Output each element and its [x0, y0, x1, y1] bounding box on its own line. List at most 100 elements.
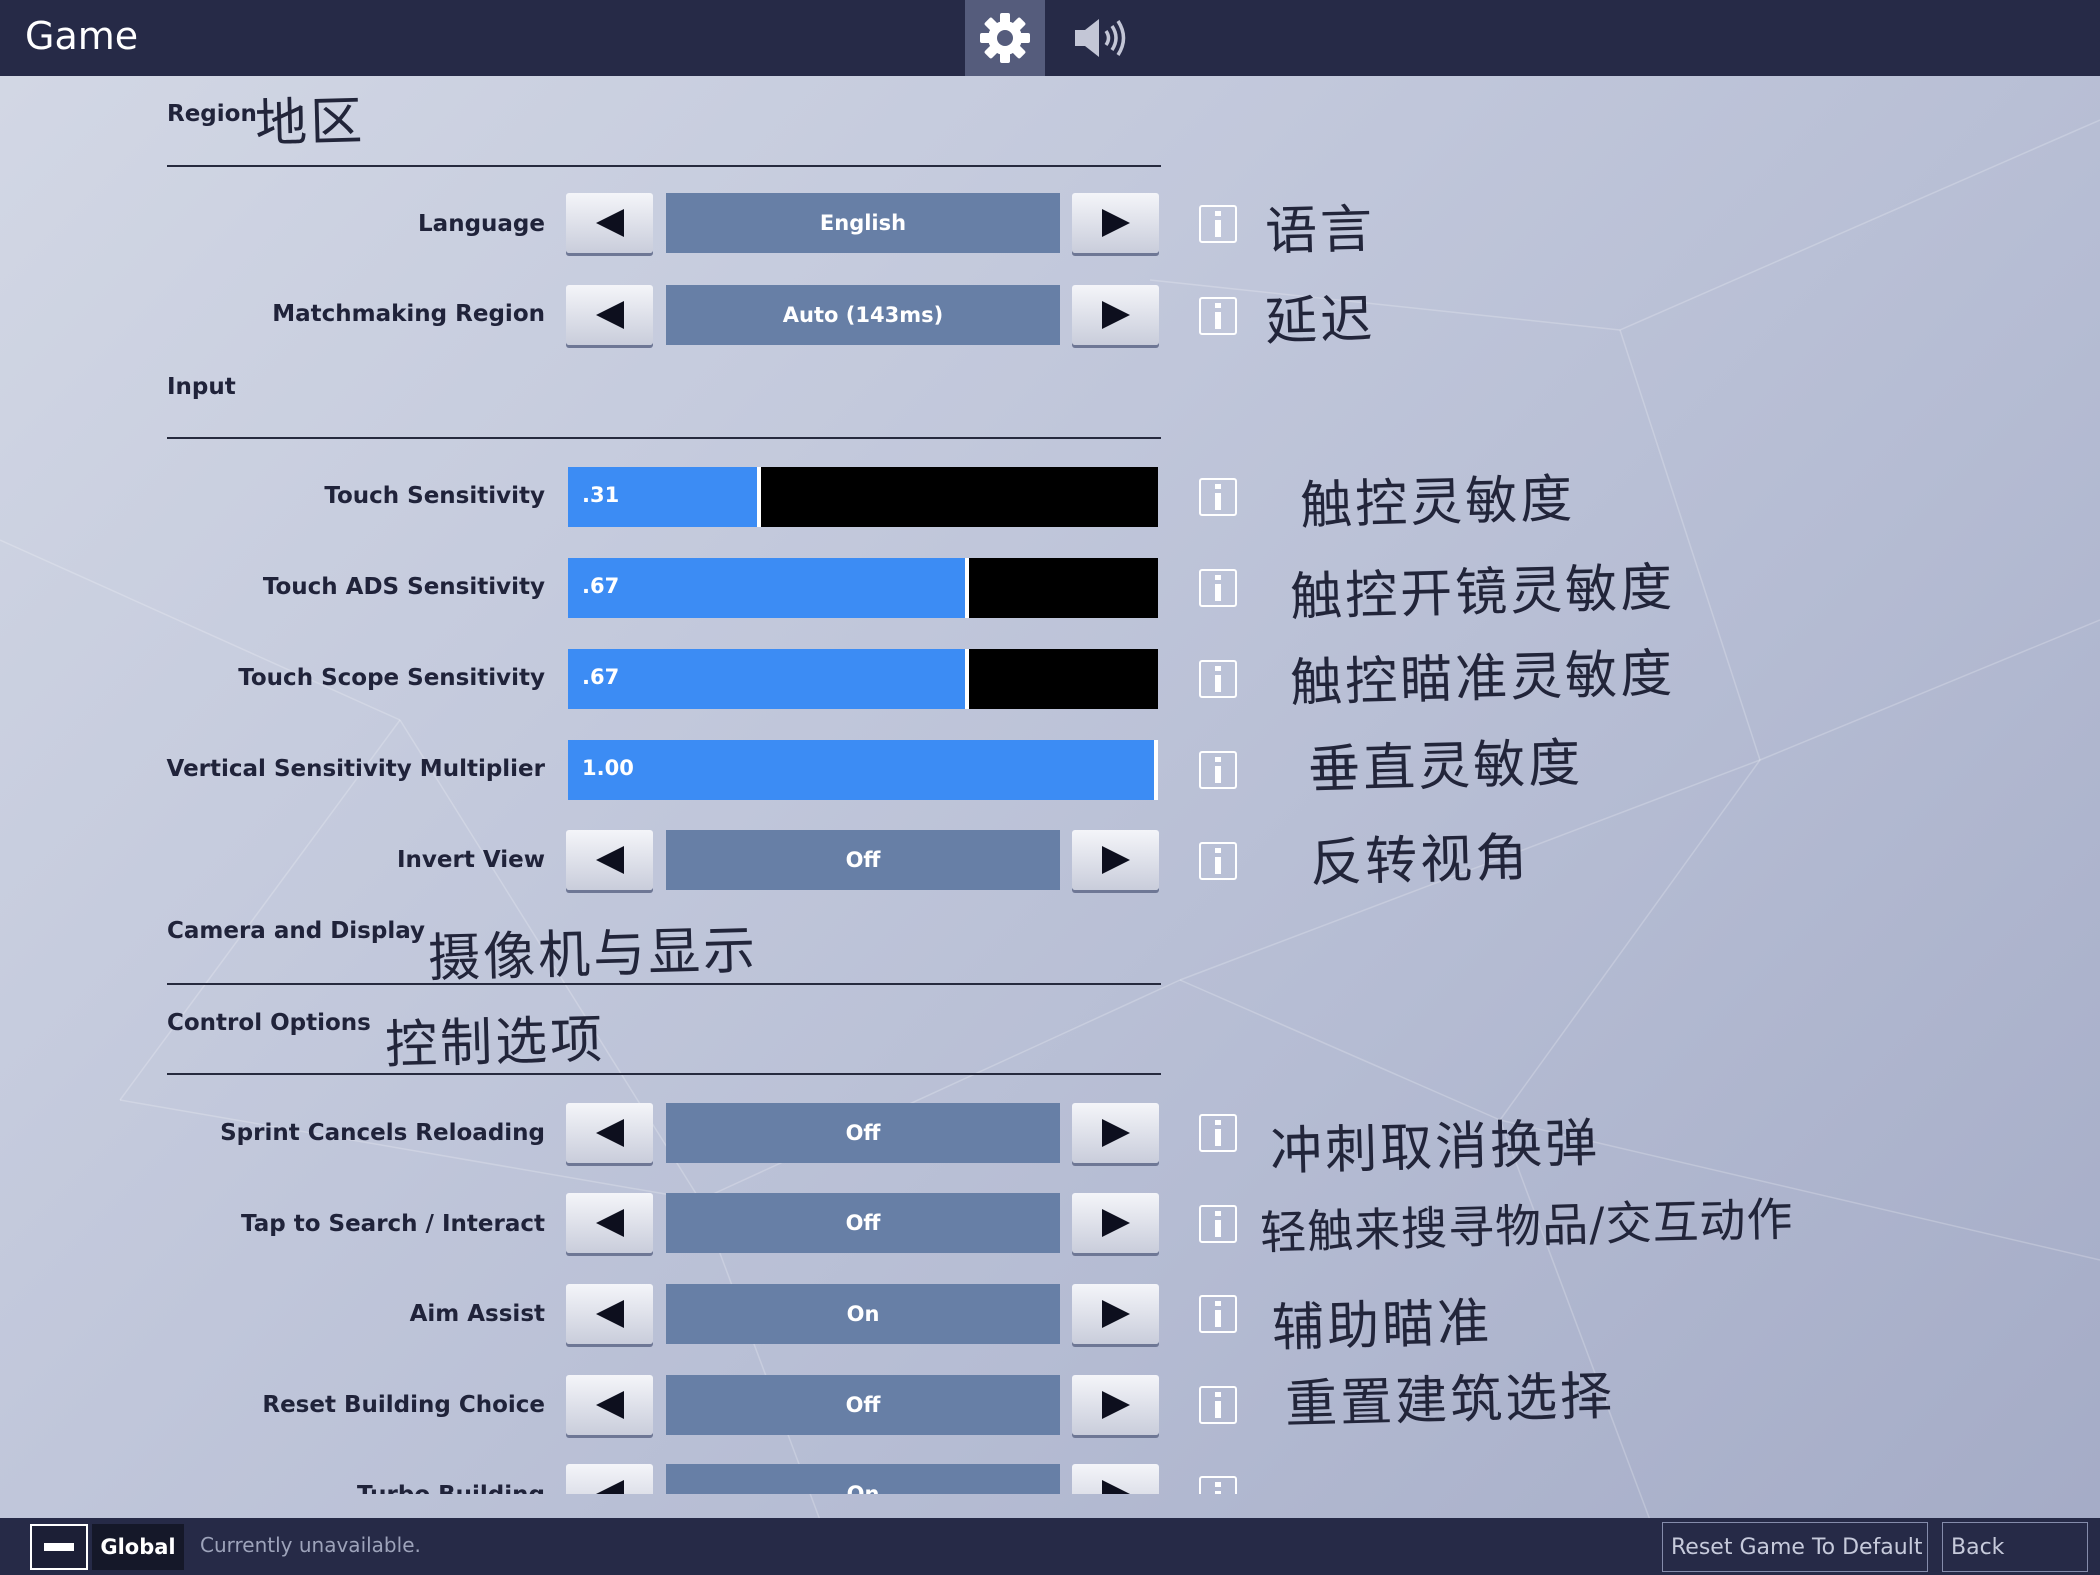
section-camera-title: Camera and Display: [167, 918, 426, 944]
top-bar: Game: [0, 0, 2100, 76]
touch-ads-info-button[interactable]: [1199, 569, 1237, 607]
invert-view-value: Off: [666, 830, 1060, 890]
info-icon: [1215, 757, 1221, 783]
camera-note: 摄像机与显示: [427, 920, 759, 990]
touch-sensitivity-slider[interactable]: .31: [568, 467, 1158, 527]
tab-audio[interactable]: [1060, 0, 1140, 76]
touch-scope-label: Touch Scope Sensitivity: [238, 665, 545, 691]
aim-assist-value: On: [666, 1284, 1060, 1344]
matchmaking-next-button[interactable]: [1072, 285, 1159, 345]
sprint-cancels-label: Sprint Cancels Reloading: [220, 1120, 545, 1146]
tap-to-search-note: 轻触来搜寻物品/交互动作: [1259, 1192, 1795, 1260]
language-next-button[interactable]: [1072, 193, 1159, 253]
vertical-multiplier-info-button[interactable]: [1199, 751, 1237, 789]
arrow-left-icon: [595, 1209, 624, 1237]
matchmaking-region-label: Matchmaking Region: [272, 301, 545, 327]
turbo-building-label: Turbo Building: [357, 1482, 545, 1494]
aim-assist-label: Aim Assist: [409, 1301, 545, 1327]
invert-view-prev-button[interactable]: [566, 830, 653, 890]
language-info-button[interactable]: [1199, 205, 1237, 243]
slider-handle[interactable]: [1154, 740, 1158, 800]
sprint-cancels-next-button[interactable]: [1072, 1103, 1159, 1163]
slider-handle[interactable]: [757, 467, 761, 527]
invert-view-next-button[interactable]: [1072, 830, 1159, 890]
aim-assist-next-button[interactable]: [1072, 1284, 1159, 1344]
info-icon: [1215, 484, 1221, 510]
vertical-multiplier-slider[interactable]: 1.00: [568, 740, 1158, 800]
tap-to-search-label: Tap to Search / Interact: [241, 1211, 545, 1237]
arrow-right-icon: [1101, 1300, 1130, 1328]
region-note: 地区: [254, 91, 366, 155]
arrow-left-icon: [595, 1119, 624, 1147]
arrow-left-icon: [595, 1300, 624, 1328]
back-button[interactable]: Back: [1942, 1522, 2088, 1572]
matchmaking-prev-button[interactable]: [566, 285, 653, 345]
reset-building-next-button[interactable]: [1072, 1375, 1159, 1435]
sprint-cancels-note: 冲刺取消换弹: [1269, 1113, 1601, 1183]
info-icon: [1215, 1120, 1221, 1146]
turbo-building-info-button[interactable]: [1199, 1476, 1237, 1494]
tap-to-search-value: Off: [666, 1193, 1060, 1253]
info-icon: [1215, 575, 1221, 601]
reset-building-label: Reset Building Choice: [262, 1392, 545, 1418]
tap-to-search-prev-button[interactable]: [566, 1193, 653, 1253]
info-icon: [1215, 303, 1221, 329]
input-divider: [167, 437, 1161, 439]
speaker-icon: [1075, 19, 1126, 57]
matchmaking-note: 延迟: [1264, 289, 1376, 353]
sprint-cancels-prev-button[interactable]: [566, 1103, 653, 1163]
info-icon: [1215, 666, 1221, 692]
camera-divider: [167, 983, 1161, 985]
invert-view-info-button[interactable]: [1199, 842, 1237, 880]
arrow-left-icon: [595, 301, 624, 329]
reset-default-button[interactable]: Reset Game To Default: [1662, 1522, 1928, 1572]
matchmaking-value: Auto (143ms): [666, 285, 1060, 345]
arrow-left-icon: [595, 846, 624, 874]
slider-handle[interactable]: [965, 649, 969, 709]
touch-sensitivity-info-button[interactable]: [1199, 478, 1237, 516]
info-icon: [1215, 1301, 1221, 1327]
region-divider: [167, 165, 1161, 167]
language-note: 语言: [1264, 199, 1376, 263]
slider-value: .67: [582, 665, 620, 689]
slider-handle[interactable]: [965, 558, 969, 618]
touch-scope-note: 触控瞄准灵敏度: [1289, 643, 1676, 715]
sprint-cancels-value: Off: [666, 1103, 1060, 1163]
section-input-title: Input: [167, 374, 236, 400]
global-toggle-icon[interactable]: [30, 1524, 88, 1570]
arrow-left-icon: [595, 209, 624, 237]
arrow-right-icon: [1101, 1119, 1130, 1147]
slider-fill: [568, 558, 965, 618]
invert-view-note: 反转视角: [1309, 828, 1531, 894]
touch-scope-info-button[interactable]: [1199, 660, 1237, 698]
info-icon: [1215, 1392, 1221, 1418]
page-title: Game: [25, 14, 139, 58]
info-icon: [1215, 211, 1221, 237]
arrow-right-icon: [1101, 846, 1130, 874]
touch-scope-slider[interactable]: .67: [568, 649, 1158, 709]
turbo-building-next-button[interactable]: [1072, 1464, 1159, 1494]
control-divider: [167, 1073, 1161, 1075]
language-prev-button[interactable]: [566, 193, 653, 253]
reset-building-prev-button[interactable]: [566, 1375, 653, 1435]
info-icon: [1215, 848, 1221, 874]
invert-view-label: Invert View: [397, 847, 545, 873]
reset-building-info-button[interactable]: [1199, 1386, 1237, 1424]
tap-to-search-next-button[interactable]: [1072, 1193, 1159, 1253]
matchmaking-info-button[interactable]: [1199, 297, 1237, 335]
tab-settings[interactable]: [965, 0, 1045, 76]
arrow-right-icon: [1101, 1209, 1130, 1237]
slider-value: .67: [582, 574, 620, 598]
control-note: 控制选项: [384, 1010, 606, 1076]
aim-assist-prev-button[interactable]: [566, 1284, 653, 1344]
sprint-cancels-info-button[interactable]: [1199, 1114, 1237, 1152]
arrow-right-icon: [1101, 1480, 1130, 1494]
turbo-building-value: On: [666, 1464, 1060, 1494]
touch-ads-label: Touch ADS Sensitivity: [262, 574, 545, 600]
touch-ads-slider[interactable]: .67: [568, 558, 1158, 618]
global-scope-label[interactable]: Global: [92, 1524, 184, 1570]
tap-to-search-info-button[interactable]: [1199, 1205, 1237, 1243]
language-label: Language: [418, 211, 545, 237]
aim-assist-info-button[interactable]: [1199, 1295, 1237, 1333]
turbo-building-prev-button[interactable]: [566, 1464, 653, 1494]
